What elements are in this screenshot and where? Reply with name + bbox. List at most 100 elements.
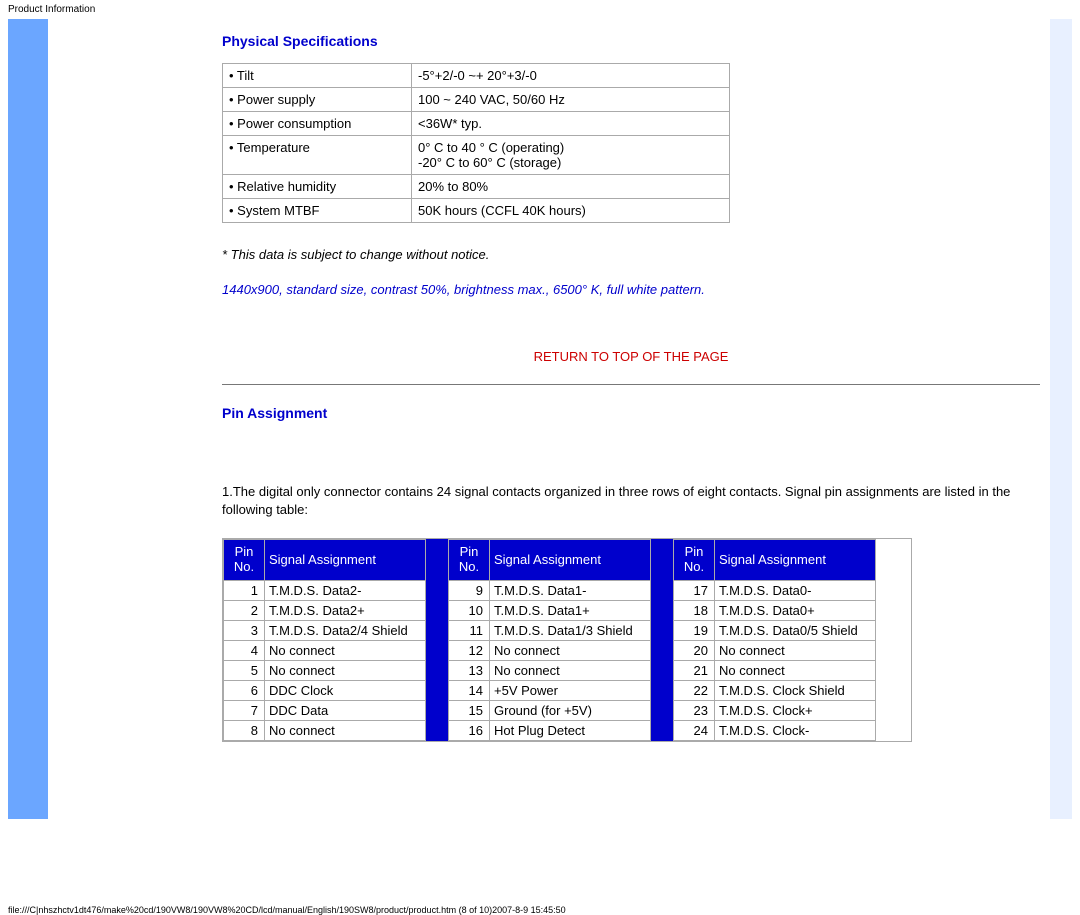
table-row: 16Hot Plug Detect <box>449 720 651 740</box>
spec-value: 100 ~ 240 VAC, 50/60 Hz <box>412 88 730 112</box>
pin-sig: DDC Data <box>265 700 426 720</box>
table-row: 13No connect <box>449 660 651 680</box>
pin-no: 6 <box>224 680 265 700</box>
return-link-container: RETURN TO TOP OF THE PAGE <box>222 349 1040 364</box>
disclaimer-text: * This data is subject to change without… <box>222 247 1040 262</box>
pin-no: 16 <box>449 720 490 740</box>
table-row: 18T.M.D.S. Data0+ <box>674 600 876 620</box>
table-row: 9T.M.D.S. Data1- <box>449 580 651 600</box>
table-row: 1T.M.D.S. Data2- <box>224 580 426 600</box>
pin-no: 2 <box>224 600 265 620</box>
spec-label: • Relative humidity <box>223 175 412 199</box>
pin-sig: T.M.D.S. Data1- <box>490 580 651 600</box>
pin-no: 8 <box>224 720 265 740</box>
pin-sig: T.M.D.S. Data0/5 Shield <box>715 620 876 640</box>
pin-sig: Ground (for +5V) <box>490 700 651 720</box>
table-row: 6DDC Clock <box>224 680 426 700</box>
note-text: 1440x900, standard size, contrast 50%, b… <box>222 282 1040 297</box>
pin-no: 11 <box>449 620 490 640</box>
pin-sig: No connect <box>265 640 426 660</box>
table-row: • Temperature0° C to 40 ° C (operating) … <box>223 136 730 175</box>
section-title-pin: Pin Assignment <box>222 405 1040 421</box>
table-row: • System MTBF50K hours (CCFL 40K hours) <box>223 199 730 223</box>
pin-no: 5 <box>224 660 265 680</box>
pin-header-no: Pin No. <box>674 540 715 581</box>
pin-sig: No connect <box>490 660 651 680</box>
pin-gap <box>426 539 448 741</box>
table-row: • Tilt-5°+2/-0 ~+ 20°+3/-0 <box>223 64 730 88</box>
pin-sig: No connect <box>715 660 876 680</box>
pin-sig: No connect <box>715 640 876 660</box>
page-header-label: Product Information <box>0 0 1080 19</box>
table-row: 11T.M.D.S. Data1/3 Shield <box>449 620 651 640</box>
pin-sig: No connect <box>490 640 651 660</box>
pin-sig: T.M.D.S. Data0- <box>715 580 876 600</box>
table-row: 2T.M.D.S. Data2+ <box>224 600 426 620</box>
table-row: 20No connect <box>674 640 876 660</box>
pin-sig: T.M.D.S. Data2+ <box>265 600 426 620</box>
spec-value: <36W* typ. <box>412 112 730 136</box>
spec-value: 0° C to 40 ° C (operating) -20° C to 60°… <box>412 136 730 175</box>
pin-no: 19 <box>674 620 715 640</box>
table-row: 8No connect <box>224 720 426 740</box>
pin-sig: T.M.D.S. Data1+ <box>490 600 651 620</box>
pin-header-sig: Signal Assignment <box>715 540 876 581</box>
pin-no: 21 <box>674 660 715 680</box>
pin-table-container: Pin No. Signal Assignment 1T.M.D.S. Data… <box>222 538 912 742</box>
pin-no: 18 <box>674 600 715 620</box>
pin-sig: T.M.D.S. Data0+ <box>715 600 876 620</box>
physical-spec-table: • Tilt-5°+2/-0 ~+ 20°+3/-0 • Power suppl… <box>222 63 730 223</box>
table-row: 15Ground (for +5V) <box>449 700 651 720</box>
pin-no: 23 <box>674 700 715 720</box>
divider <box>222 384 1040 385</box>
return-to-top-link[interactable]: RETURN TO TOP OF THE PAGE <box>534 349 729 364</box>
pin-sig: T.M.D.S. Clock- <box>715 720 876 740</box>
spec-label: • Power supply <box>223 88 412 112</box>
spec-value: -5°+2/-0 ~+ 20°+3/-0 <box>412 64 730 88</box>
pin-sig: DDC Clock <box>265 680 426 700</box>
pin-no: 24 <box>674 720 715 740</box>
pin-no: 3 <box>224 620 265 640</box>
table-row: 17T.M.D.S. Data0- <box>674 580 876 600</box>
pin-header-sig: Signal Assignment <box>490 540 651 581</box>
table-row: 24T.M.D.S. Clock- <box>674 720 876 740</box>
pin-no: 4 <box>224 640 265 660</box>
pin-sig: No connect <box>265 660 426 680</box>
pin-sig: +5V Power <box>490 680 651 700</box>
table-row: 19T.M.D.S. Data0/5 Shield <box>674 620 876 640</box>
spec-label: • System MTBF <box>223 199 412 223</box>
page-frame: Physical Specifications • Tilt-5°+2/-0 ~… <box>8 19 1072 819</box>
pin-no: 10 <box>449 600 490 620</box>
pin-no: 12 <box>449 640 490 660</box>
table-row: 10T.M.D.S. Data1+ <box>449 600 651 620</box>
spec-value: 50K hours (CCFL 40K hours) <box>412 199 730 223</box>
pin-no: 17 <box>674 580 715 600</box>
spec-label: • Power consumption <box>223 112 412 136</box>
sidebar-right-stripe <box>1050 19 1072 819</box>
pin-sig: T.M.D.S. Clock+ <box>715 700 876 720</box>
pin-no: 22 <box>674 680 715 700</box>
pin-header-no: Pin No. <box>224 540 265 581</box>
sidebar-left-stripe <box>8 19 48 819</box>
pin-no: 20 <box>674 640 715 660</box>
pin-table-group-2: Pin No. Signal Assignment 9T.M.D.S. Data… <box>448 539 651 741</box>
table-row: 4No connect <box>224 640 426 660</box>
pin-sig: Hot Plug Detect <box>490 720 651 740</box>
pin-sig: T.M.D.S. Data2/4 Shield <box>265 620 426 640</box>
pin-no: 13 <box>449 660 490 680</box>
pin-gap <box>651 539 673 741</box>
pin-sig: No connect <box>265 720 426 740</box>
pin-sig: T.M.D.S. Data1/3 Shield <box>490 620 651 640</box>
pin-no: 9 <box>449 580 490 600</box>
pin-sig: T.M.D.S. Clock Shield <box>715 680 876 700</box>
table-row: 21No connect <box>674 660 876 680</box>
pin-sig: T.M.D.S. Data2- <box>265 580 426 600</box>
table-row: 14+5V Power <box>449 680 651 700</box>
spec-label: • Tilt <box>223 64 412 88</box>
table-row: 5No connect <box>224 660 426 680</box>
pin-paragraph: 1.The digital only connector contains 24… <box>222 483 1040 518</box>
table-row: 22T.M.D.S. Clock Shield <box>674 680 876 700</box>
table-row: 23T.M.D.S. Clock+ <box>674 700 876 720</box>
spec-value: 20% to 80% <box>412 175 730 199</box>
spec-label: • Temperature <box>223 136 412 175</box>
